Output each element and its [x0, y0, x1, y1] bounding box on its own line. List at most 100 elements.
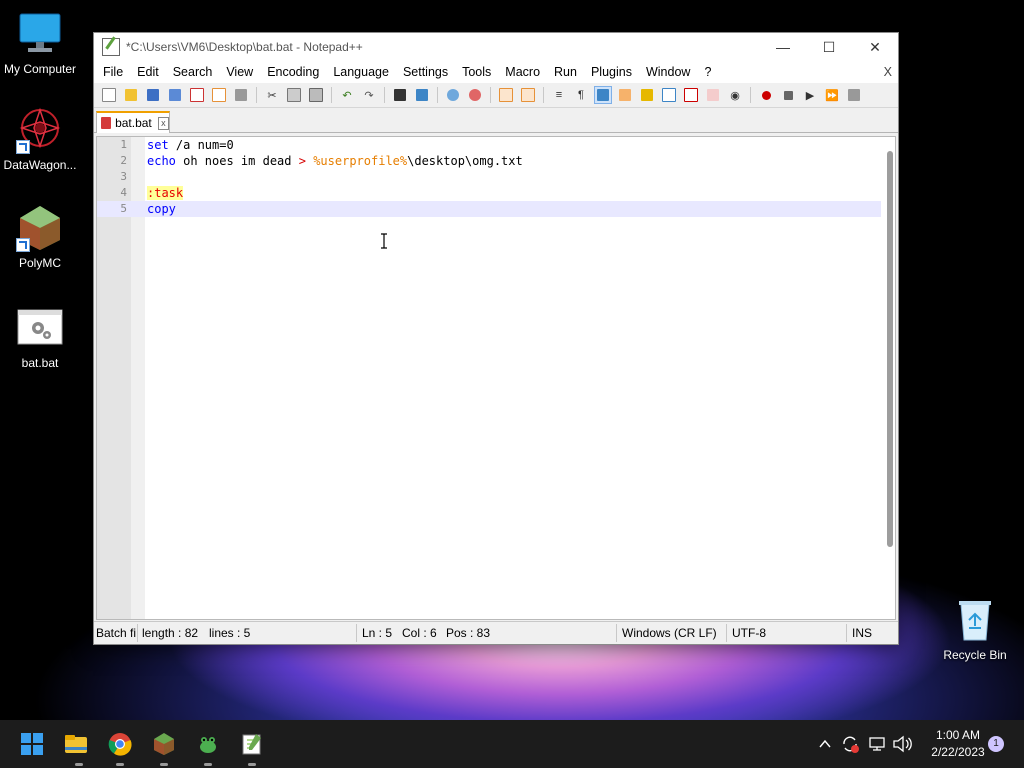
indent-guide-icon[interactable]: [594, 86, 612, 104]
frog-app-icon[interactable]: [196, 732, 220, 756]
desktop-icon-recycle-bin[interactable]: Recycle Bin: [935, 596, 1015, 662]
menu-edit[interactable]: Edit: [130, 65, 166, 79]
menu-window[interactable]: Window: [639, 65, 697, 79]
folder-workspace-icon[interactable]: [704, 86, 722, 104]
close-document-button[interactable]: X: [884, 65, 898, 79]
network-icon[interactable]: [868, 735, 886, 753]
desktop-icon-my-computer[interactable]: My Computer: [0, 10, 80, 76]
menu-run[interactable]: Run: [547, 65, 584, 79]
save-icon[interactable]: [144, 86, 162, 104]
close-file-icon[interactable]: [188, 86, 206, 104]
save-all-icon[interactable]: [166, 86, 184, 104]
editor-line[interactable]: 3: [97, 169, 881, 185]
sync-horizontal-icon[interactable]: [519, 86, 537, 104]
maximize-button[interactable]: ☐: [806, 33, 852, 61]
save-macro-icon[interactable]: [845, 86, 863, 104]
print-icon[interactable]: [232, 86, 250, 104]
close-all-icon[interactable]: [210, 86, 228, 104]
new-file-icon[interactable]: [100, 86, 118, 104]
paste-icon[interactable]: [307, 86, 325, 104]
notepadpp-window[interactable]: *C:\Users\VM6\Desktop\bat.bat - Notepad+…: [93, 32, 899, 645]
title-bar[interactable]: *C:\Users\VM6\Desktop\bat.bat - Notepad+…: [94, 33, 898, 61]
status-bar: Batch fi length : 82 lines : 5 Ln : 5 Co…: [94, 621, 898, 644]
tab-bat-bat[interactable]: bat.bat x: [96, 111, 170, 133]
tab-bar: bat.bat x: [94, 108, 898, 133]
file-explorer-icon[interactable]: [64, 732, 88, 756]
toolbar-separator: [750, 87, 751, 103]
chrome-icon[interactable]: [108, 732, 132, 756]
line-number: 4: [120, 186, 127, 199]
status-lines: lines : 5: [209, 626, 251, 640]
zoom-out-icon[interactable]: [466, 86, 484, 104]
code-text: /a num=0: [168, 138, 234, 152]
play-macro-icon[interactable]: ▶: [801, 86, 819, 104]
system-clock[interactable]: 1:00 AM 2/22/2023: [918, 727, 998, 761]
tab-close-button[interactable]: x: [157, 116, 169, 130]
status-encoding: UTF-8: [732, 626, 766, 640]
desktop-icon-datawagon[interactable]: DataWagon...: [0, 106, 80, 172]
open-file-icon[interactable]: [122, 86, 140, 104]
running-indicator: [248, 763, 256, 766]
run-macro-multiple-icon[interactable]: ⏩: [823, 86, 841, 104]
find-icon[interactable]: [391, 86, 409, 104]
chevron-up-icon[interactable]: [818, 737, 832, 751]
line-number: 3: [120, 170, 127, 183]
desktop-icon-bat-file[interactable]: bat.bat: [0, 304, 80, 370]
notepadpp-taskbar-icon[interactable]: [240, 732, 264, 756]
function-list-icon[interactable]: [682, 86, 700, 104]
menu-settings[interactable]: Settings: [396, 65, 455, 79]
monitoring-eye-icon[interactable]: ◉: [726, 86, 744, 104]
doc-map-icon[interactable]: [638, 86, 656, 104]
menu-macro[interactable]: Macro: [498, 65, 547, 79]
udl-icon[interactable]: [616, 86, 634, 104]
close-button[interactable]: ✕: [852, 33, 898, 61]
editor-line[interactable]: 1 set /a num=0: [97, 137, 881, 153]
doc-list-icon[interactable]: [660, 86, 678, 104]
menu-search[interactable]: Search: [166, 65, 220, 79]
replace-icon[interactable]: [413, 86, 431, 104]
menu-language[interactable]: Language: [326, 65, 396, 79]
volume-icon[interactable]: [892, 735, 912, 753]
notification-badge[interactable]: 1: [988, 736, 1004, 752]
line-number: 5: [120, 202, 127, 215]
recycle-bin-icon: [951, 596, 999, 644]
keyword: echo: [147, 154, 176, 168]
desktop-icon-polymc[interactable]: PolyMC: [0, 204, 80, 270]
code-editor[interactable]: 1 set /a num=0 2 echo oh noes im dead > …: [96, 136, 896, 620]
editor-line[interactable]: 2 echo oh noes im dead > %userprofile%\d…: [97, 153, 881, 169]
windows-start-icon[interactable]: [20, 732, 44, 756]
editor-lines: 1 set /a num=0 2 echo oh noes im dead > …: [97, 137, 881, 217]
record-macro-icon[interactable]: [757, 86, 775, 104]
i-beam-cursor-icon: [381, 233, 387, 249]
unsaved-file-icon: [101, 117, 112, 129]
vertical-scrollbar[interactable]: [887, 151, 893, 547]
editor-line[interactable]: 4 :task: [97, 185, 881, 201]
zoom-in-icon[interactable]: [444, 86, 462, 104]
stop-macro-icon[interactable]: [779, 86, 797, 104]
menu-plugins[interactable]: Plugins: [584, 65, 639, 79]
redo-icon[interactable]: ↷: [360, 86, 378, 104]
show-all-characters-icon[interactable]: ¶: [572, 86, 590, 104]
status-eol: Windows (CR LF): [622, 626, 717, 640]
menu-help[interactable]: ?: [697, 65, 718, 79]
polymc-icon: [16, 204, 64, 252]
copy-icon[interactable]: [285, 86, 303, 104]
menu-tools[interactable]: Tools: [455, 65, 498, 79]
cut-icon[interactable]: ✂: [263, 86, 281, 104]
polymc-taskbar-icon[interactable]: [152, 732, 176, 756]
sync-icon[interactable]: [840, 734, 860, 754]
menu-encoding[interactable]: Encoding: [260, 65, 326, 79]
undo-icon[interactable]: ↶: [338, 86, 356, 104]
minimize-button[interactable]: —: [760, 33, 806, 61]
running-indicator: [75, 763, 83, 766]
menu-view[interactable]: View: [219, 65, 260, 79]
sync-vertical-icon[interactable]: [497, 86, 515, 104]
desktop-icon-label: My Computer: [3, 62, 77, 76]
redirect-operator: >: [298, 154, 306, 168]
status-language: Batch fi: [96, 626, 137, 640]
word-wrap-icon[interactable]: ≡: [550, 86, 568, 104]
status-length: length : 82: [142, 626, 199, 640]
toolbar-separator: [543, 87, 544, 103]
menu-file[interactable]: File: [96, 65, 130, 79]
editor-line-current[interactable]: 5 copy: [97, 201, 881, 217]
